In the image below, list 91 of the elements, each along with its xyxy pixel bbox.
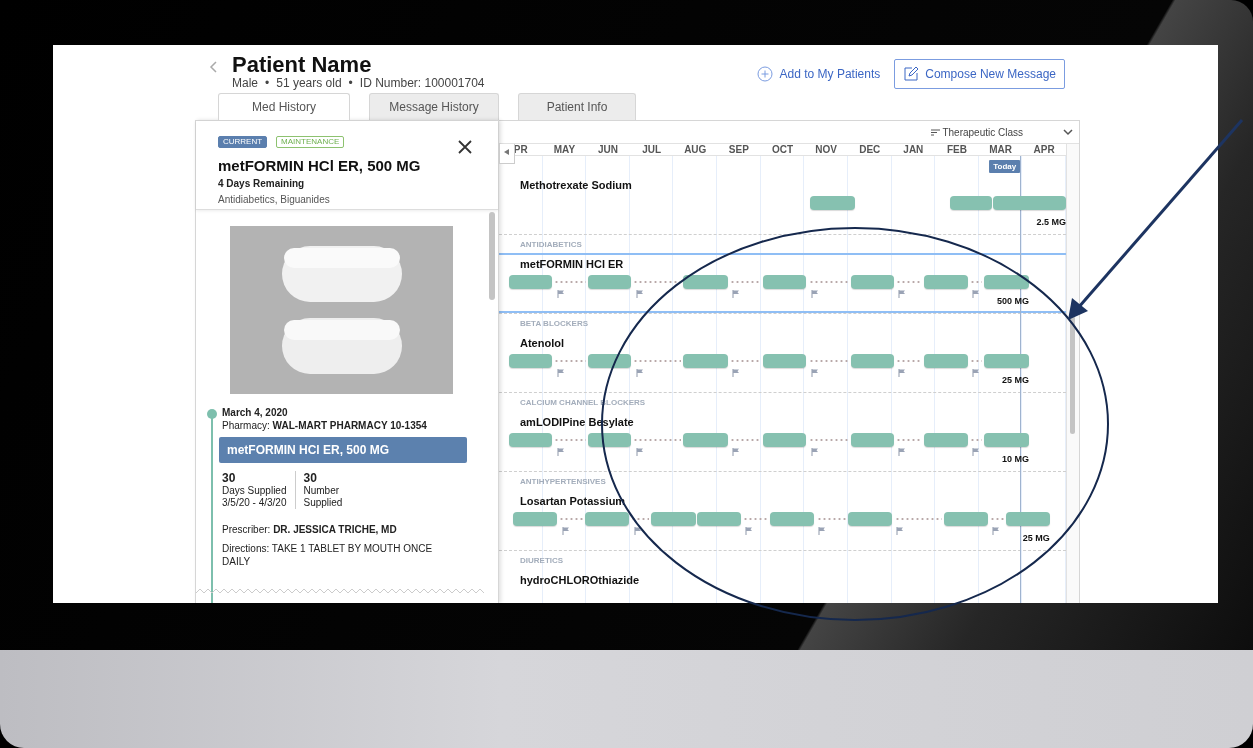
class-label: BETA BLOCKERS <box>520 319 589 329</box>
chevron-down-icon[interactable] <box>1063 128 1073 136</box>
drug-title: metFORMIN HCl ER, 500 MG <box>218 157 422 174</box>
today-marker: Today <box>989 160 1021 173</box>
flag-icon <box>991 527 1000 535</box>
tab[interactable]: Message History <box>369 93 499 120</box>
patient-detail: Male <box>232 76 258 90</box>
month-label: JAN <box>902 144 925 155</box>
flag-icon <box>732 448 741 456</box>
compose-message-button[interactable]: Compose New Message <box>894 59 1065 89</box>
medication-name: hydroCHLOROthiazide <box>520 574 641 587</box>
fill-bar[interactable] <box>587 433 631 447</box>
stat-label: Days Supplied <box>222 485 287 497</box>
drug-class: Antidiabetics, Biguanides <box>218 194 331 205</box>
month-label: MAR <box>988 144 1013 155</box>
close-icon[interactable] <box>458 140 472 154</box>
flag-icon <box>811 290 820 298</box>
fill-bar[interactable] <box>984 275 1029 289</box>
back-chevron-icon[interactable] <box>209 60 219 74</box>
flag-icon <box>635 448 644 456</box>
flag-icon <box>557 290 565 298</box>
status-badge: CURRENT <box>218 136 268 148</box>
flag-icon <box>745 527 754 535</box>
dose-label: 25 MG <box>1001 375 1029 385</box>
directions-info: Directions: TAKE 1 TABLET BY MOUTH ONCE DAILY <box>222 542 434 568</box>
class-label: ANTIDIABETICS <box>520 240 583 250</box>
status-badge: MAINTENANCE <box>276 136 345 148</box>
month-label: MAY <box>552 144 577 155</box>
stat-detail: 3/5/20 - 4/3/20 <box>222 497 287 509</box>
prescriber-info: Prescriber: DR. JESSICA TRICHE, MD <box>222 523 398 536</box>
fill-date: March 4, 2020 <box>222 407 289 419</box>
collapse-tab-button[interactable] <box>499 144 515 164</box>
month-label: JUL <box>641 144 663 155</box>
patient-detail: 51 years old <box>276 76 342 90</box>
fill-bar[interactable] <box>587 354 631 368</box>
flag-icon <box>557 448 565 456</box>
sort-icon <box>931 128 941 136</box>
month-label: NOV <box>814 144 838 155</box>
dose-label: 500 MG <box>996 296 1029 306</box>
selected-row[interactable]: metFORMIN HCl ER 500 MG <box>499 253 1066 313</box>
edit-icon <box>903 66 920 82</box>
scrollbar-thumb[interactable] <box>1070 316 1075 434</box>
month-label: DEC <box>858 144 882 155</box>
flag-icon <box>898 290 907 298</box>
class-label: ANTIHYPERTENSIVES <box>520 477 607 487</box>
plus-circle-icon <box>756 66 773 82</box>
flag-icon <box>972 448 981 456</box>
month-label: FEB <box>945 144 968 155</box>
pharmacy-info: Pharmacy: WAL-MART PHARMACY 10-1354 <box>222 419 428 432</box>
medication-name: Atenolol <box>520 337 565 350</box>
flag-icon <box>557 369 565 377</box>
separator-dot: • <box>265 76 270 90</box>
flag-icon <box>732 290 741 298</box>
medication-name: Methotrexate Sodium <box>520 179 633 192</box>
scrollbar-thumb[interactable] <box>489 212 495 300</box>
dose-label: 2.5 MG <box>1036 217 1066 227</box>
flag-icon <box>811 448 820 456</box>
patient-name: Patient Name <box>232 54 373 76</box>
tab[interactable]: Patient Info <box>518 93 636 120</box>
flag-icon <box>972 290 981 298</box>
month-label: AUG <box>683 144 708 155</box>
stat-value: 30 <box>303 471 318 485</box>
patient-detail: ID Number: 100001704 <box>359 76 485 90</box>
month-label: SEP <box>727 144 750 155</box>
add-to-patients-link[interactable]: Add to My Patients <box>756 66 881 82</box>
flag-icon <box>818 527 827 535</box>
stat-value: 30 <box>222 471 237 485</box>
flag-icon <box>635 369 644 377</box>
flag-icon <box>811 369 820 377</box>
flag-icon <box>633 527 642 535</box>
flag-icon <box>732 369 741 377</box>
month-label: JUN <box>597 144 620 155</box>
fill-bar[interactable] <box>683 275 728 289</box>
flag-icon <box>896 527 905 535</box>
flag-icon <box>635 290 644 298</box>
dose-label: 10 MG <box>1001 454 1029 464</box>
add-to-patients-label: Add to My Patients <box>779 67 881 81</box>
dose-label: 25 MG <box>1022 533 1050 543</box>
flag-icon <box>561 527 570 535</box>
product-banner: metFORMIN HCl ER, 500 MG <box>219 437 467 463</box>
flag-icon <box>972 369 981 377</box>
medication-name: metFORMIN HCl ER <box>520 258 625 271</box>
class-label: DIURETICS <box>520 556 565 566</box>
separator-dot: • <box>348 76 353 90</box>
tab[interactable]: Med History <box>218 93 350 120</box>
month-label: OCT <box>770 144 795 155</box>
flag-icon <box>898 448 907 456</box>
month-label: APR <box>1032 144 1056 155</box>
flag-icon <box>898 369 907 377</box>
days-remaining: 4 Days Remaining <box>218 178 306 189</box>
stat-label: Number Supplied <box>303 485 344 509</box>
